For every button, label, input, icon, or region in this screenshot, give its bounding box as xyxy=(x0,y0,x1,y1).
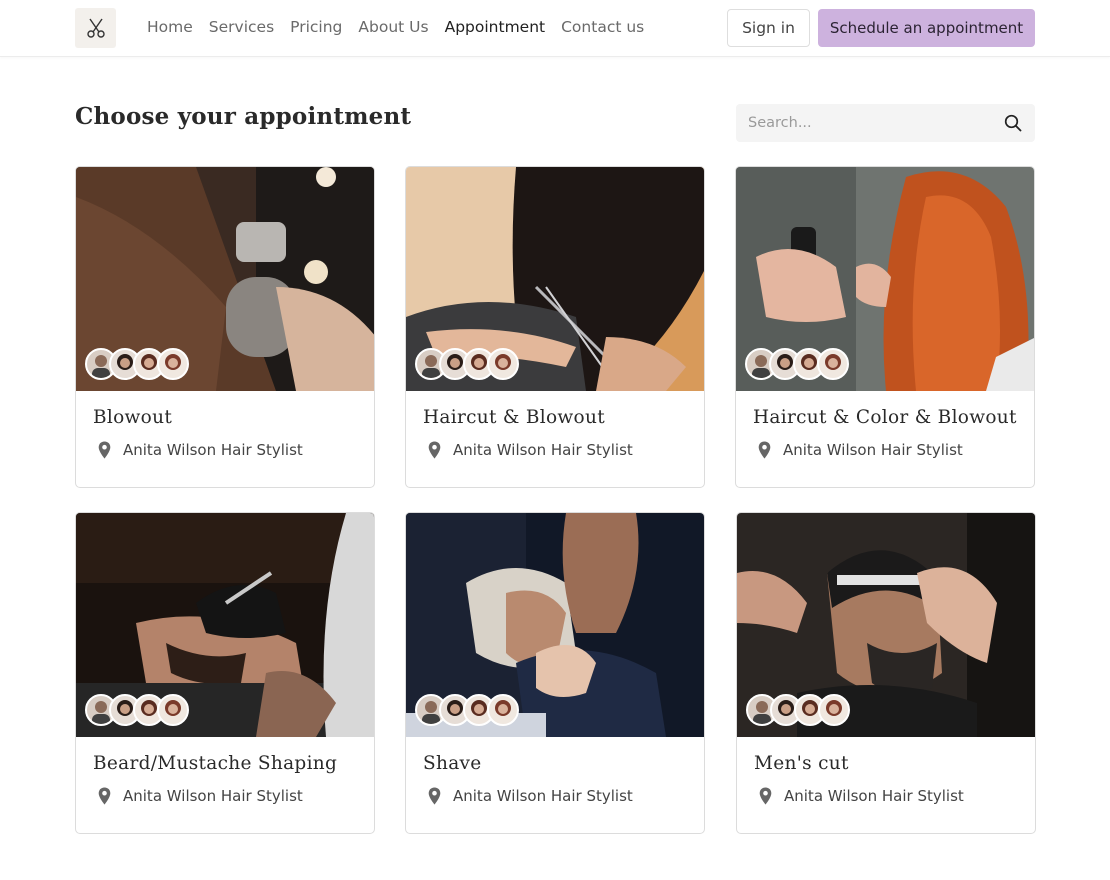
logo[interactable] xyxy=(75,8,116,48)
avatar xyxy=(157,348,189,380)
location-label: Anita Wilson Hair Stylist xyxy=(453,441,633,459)
service-name[interactable]: Beard/Mustache Shaping xyxy=(93,753,337,774)
scissors-icon xyxy=(86,18,105,38)
service-name[interactable]: Shave xyxy=(423,753,482,774)
location-pin-icon xyxy=(98,441,111,459)
nav-about-us[interactable]: About Us xyxy=(358,17,428,37)
service-location: Anita Wilson Hair Stylist xyxy=(428,787,633,805)
service-location: Anita Wilson Hair Stylist xyxy=(98,787,303,805)
avatar xyxy=(817,348,849,380)
search-input[interactable] xyxy=(736,104,996,142)
service-location: Anita Wilson Hair Stylist xyxy=(98,441,303,459)
schedule-appointment-button[interactable]: Schedule an appointment xyxy=(818,9,1035,47)
search-icon[interactable] xyxy=(1004,114,1022,132)
service-card-haircut-color-blowout[interactable]: Haircut & Color & Blowout Anita Wilson H… xyxy=(735,166,1035,488)
nav-services[interactable]: Services xyxy=(209,17,274,37)
location-label: Anita Wilson Hair Stylist xyxy=(123,787,303,805)
main-nav: Home Services Pricing About Us Appointme… xyxy=(147,17,660,37)
nav-contact-us[interactable]: Contact us xyxy=(561,17,644,37)
location-label: Anita Wilson Hair Stylist xyxy=(783,441,963,459)
avatar xyxy=(487,348,519,380)
sign-in-button[interactable]: Sign in xyxy=(727,9,810,47)
search-box xyxy=(736,104,1035,142)
page-title: Choose your appointment xyxy=(75,103,412,130)
service-card-shave[interactable]: Shave Anita Wilson Hair Stylist xyxy=(405,512,705,834)
service-location: Anita Wilson Hair Stylist xyxy=(758,441,963,459)
location-pin-icon xyxy=(428,441,441,459)
location-label: Anita Wilson Hair Stylist xyxy=(453,787,633,805)
service-card-beard-mustache-shaping[interactable]: Beard/Mustache Shaping Anita Wilson Hair… xyxy=(75,512,375,834)
service-card-haircut-blowout[interactable]: Haircut & Blowout Anita Wilson Hair Styl… xyxy=(405,166,705,488)
service-name[interactable]: Men's cut xyxy=(754,753,849,774)
location-label: Anita Wilson Hair Stylist xyxy=(784,787,964,805)
location-pin-icon xyxy=(759,787,772,805)
location-pin-icon xyxy=(758,441,771,459)
service-name[interactable]: Haircut & Color & Blowout xyxy=(753,407,1017,428)
site-header: Home Services Pricing About Us Appointme… xyxy=(0,0,1110,57)
nav-appointment[interactable]: Appointment xyxy=(445,17,546,37)
avatar xyxy=(818,694,850,726)
service-card-mens-cut[interactable]: Men's cut Anita Wilson Hair Stylist xyxy=(736,512,1036,834)
location-pin-icon xyxy=(428,787,441,805)
service-card-blowout[interactable]: Blowout Anita Wilson Hair Stylist xyxy=(75,166,375,488)
nav-home[interactable]: Home xyxy=(147,17,193,37)
nav-pricing[interactable]: Pricing xyxy=(290,17,342,37)
service-name[interactable]: Blowout xyxy=(93,407,172,428)
service-name[interactable]: Haircut & Blowout xyxy=(423,407,605,428)
avatar xyxy=(157,694,189,726)
location-pin-icon xyxy=(98,787,111,805)
location-label: Anita Wilson Hair Stylist xyxy=(123,441,303,459)
avatar xyxy=(487,694,519,726)
service-location: Anita Wilson Hair Stylist xyxy=(428,441,633,459)
service-location: Anita Wilson Hair Stylist xyxy=(759,787,964,805)
